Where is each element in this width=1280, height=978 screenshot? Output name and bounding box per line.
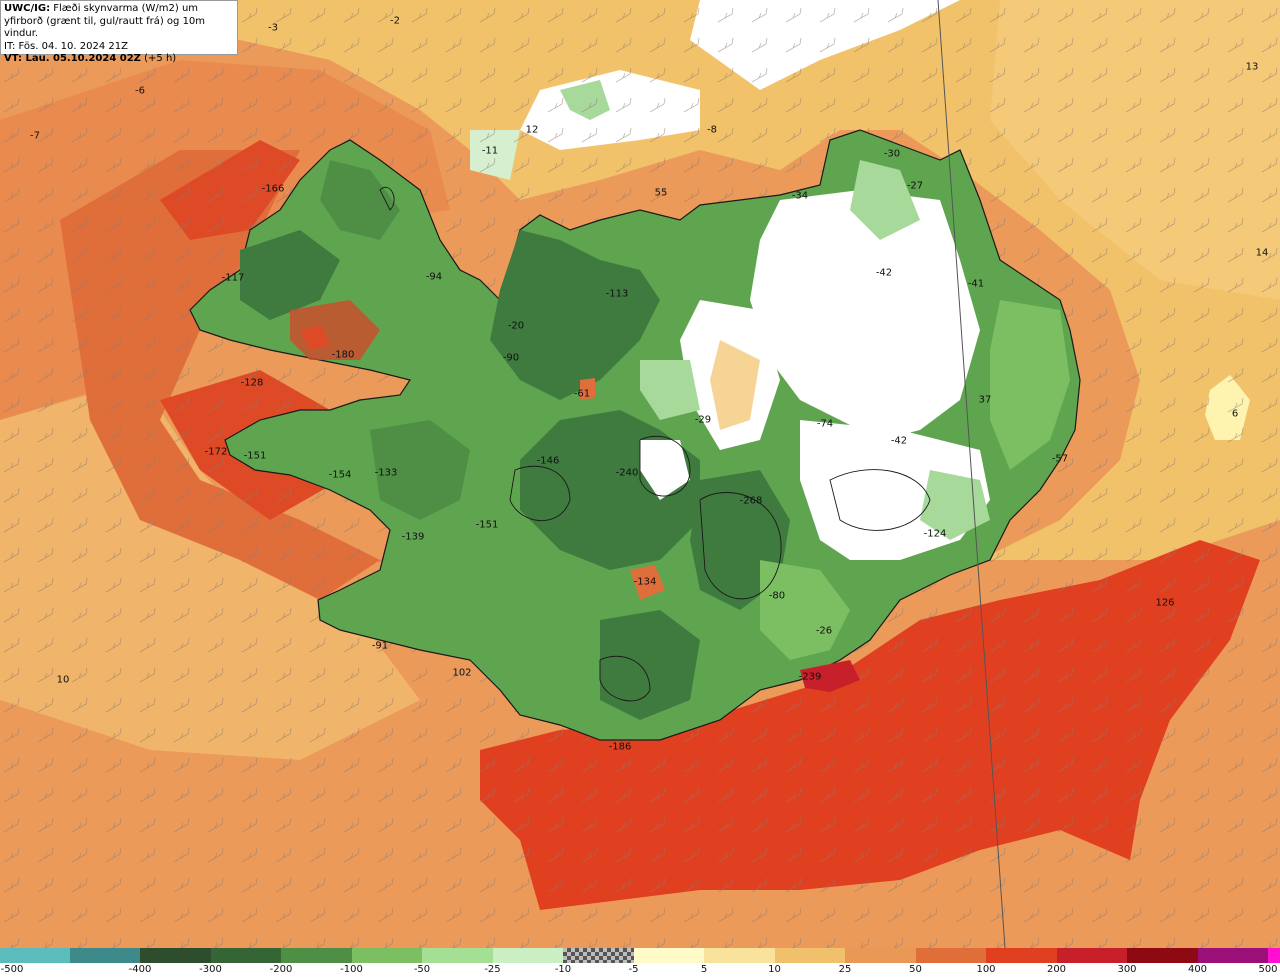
map-value-label: -151 — [243, 450, 267, 462]
map-value-label: -94 — [425, 271, 443, 283]
map-value-label: -239 — [798, 671, 822, 683]
legend-swatch — [845, 948, 916, 963]
map-value-label: -240 — [615, 467, 639, 479]
map-value-label: -74 — [816, 418, 834, 430]
legend-swatch — [704, 948, 775, 963]
legend-tick-label: 100 — [976, 964, 996, 975]
map-value-label: 13 — [1245, 61, 1259, 73]
legend-swatch — [1268, 948, 1280, 963]
legend-tick-label: -10 — [554, 964, 572, 975]
map-value-label: -151 — [475, 519, 499, 531]
map-value-label: -186 — [608, 741, 632, 753]
legend-swatch — [492, 948, 563, 963]
legend-tick-label: -50 — [413, 964, 431, 975]
legend-swatch — [351, 948, 422, 963]
map-value-label: -29 — [694, 414, 712, 426]
map-value-label: -91 — [371, 640, 389, 652]
map-value-label: -27 — [906, 180, 924, 192]
map-header: UWC/IG: Flæði skynvarma (W/m2) um yfirbo… — [0, 0, 238, 64]
map-value-label: -139 — [401, 531, 425, 543]
map-value-label: -113 — [605, 288, 629, 300]
header-lead: (+5 h) — [140, 53, 177, 64]
map-value-label: -41 — [967, 278, 985, 290]
map-value-label: -146 — [536, 455, 560, 467]
map-value-label: -166 — [261, 183, 285, 195]
map-value-label: -2 — [390, 15, 400, 27]
legend-swatch — [986, 948, 1057, 963]
legend-swatch — [1127, 948, 1198, 963]
map-value-label: -11 — [481, 145, 499, 157]
map-value-label: -117 — [221, 272, 245, 284]
legend-tick-label: -100 — [340, 964, 363, 975]
map-value-label: -172 — [204, 446, 228, 458]
legend-tick-label: 500 — [1258, 964, 1278, 975]
map-value-label: -20 — [507, 320, 525, 332]
weather-map — [0, 0, 1280, 948]
color-legend: -500 -400 -300 -200 -100 -50 -25 -10 -5 5 10 25 50 10… — [0, 948, 1280, 978]
legend-swatch — [1197, 948, 1268, 963]
map-value-label: 10 — [56, 674, 70, 686]
legend-tick-label: 10 — [768, 964, 781, 975]
map-value-label: -133 — [374, 467, 398, 479]
map-value-label: -30 — [883, 148, 901, 160]
map-value-label: -90 — [502, 352, 520, 364]
map-value-label: -61 — [573, 388, 591, 400]
legend-tick-label: 50 — [909, 964, 922, 975]
map-value-label: -124 — [923, 528, 947, 540]
legend-swatch — [774, 948, 845, 963]
map-value-label: -42 — [875, 267, 893, 279]
legend-tick-label: -25 — [484, 964, 501, 975]
map-value-label: -3 — [268, 22, 278, 34]
legend-swatch — [0, 948, 70, 963]
header-model: UWC/IG: — [4, 3, 51, 14]
map-value-label: -134 — [633, 576, 657, 588]
legend-tick-label: 200 — [1046, 964, 1067, 975]
header-subtitle: yfirborð (grænt til, gul/rautt frá) og 1… — [4, 15, 206, 40]
map-value-label: 12 — [525, 124, 539, 136]
map-value-label: -26 — [815, 625, 833, 637]
legend-tick-label: -5 — [628, 964, 639, 975]
map-value-label: -57 — [1051, 453, 1069, 465]
map-value-label: -180 — [331, 349, 355, 361]
legend-swatch — [563, 948, 634, 963]
legend-tick-label: -400 — [128, 964, 152, 975]
map-value-label: 102 — [452, 667, 472, 679]
map-value-label: -154 — [328, 469, 352, 481]
map-value-label: -6 — [135, 85, 145, 97]
legend-swatch — [633, 948, 704, 963]
legend-tick-label: -300 — [199, 964, 222, 975]
legend-tick-label: -500 — [0, 964, 24, 975]
legend-tick-label: 25 — [838, 964, 852, 975]
legend-swatch — [422, 948, 493, 963]
legend-swatch — [915, 948, 986, 963]
map-value-label: 126 — [1155, 597, 1175, 609]
legend-swatch — [69, 948, 140, 963]
map-value-label: 14 — [1255, 247, 1269, 259]
map-value-label: -8 — [707, 124, 717, 136]
map-value-label: -7 — [30, 130, 40, 142]
header-title: Flæði skynvarma (W/m2) um — [50, 3, 199, 14]
map-value-label: 55 — [654, 187, 668, 199]
legend-swatch — [1056, 948, 1127, 963]
map-value-label: -80 — [768, 590, 786, 602]
legend-swatch — [140, 948, 211, 963]
header-valid-time: VT: Lau. 05.10.2024 02Z — [4, 53, 141, 64]
map-value-label: -42 — [890, 435, 908, 447]
legend-tick-label: 400 — [1187, 964, 1208, 975]
map-value-label: -128 — [240, 377, 264, 389]
legend-tick-label: -200 — [269, 964, 293, 975]
legend-swatch — [281, 948, 352, 963]
map-value-label: 37 — [978, 394, 992, 406]
legend-swatch — [210, 948, 281, 963]
header-init-time: IT: Fös. 04. 10. 2024 21Z — [4, 40, 128, 52]
legend-tick-label: 300 — [1117, 964, 1137, 975]
legend-tick-label: 5 — [700, 964, 708, 975]
map-value-label: -268 — [739, 495, 763, 507]
map-value-label: 6 — [1231, 408, 1239, 420]
map-value-label: -34 — [791, 190, 809, 202]
